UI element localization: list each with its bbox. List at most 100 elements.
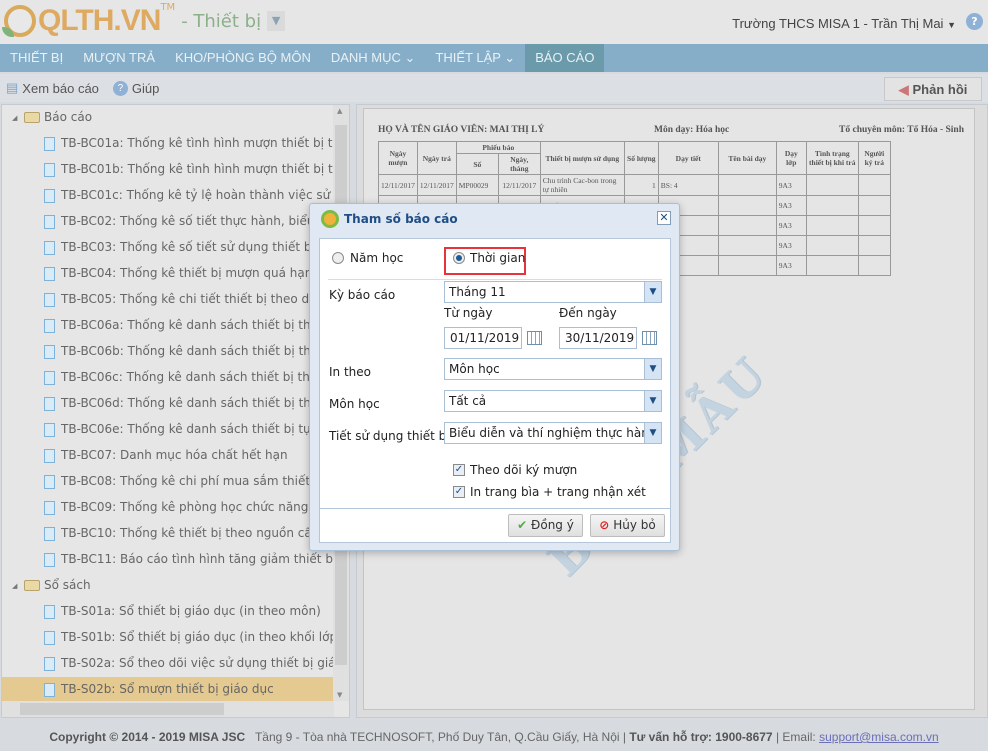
report-icon bbox=[44, 630, 55, 645]
tree-item[interactable]: TB-BC02: Thống kê số tiết thực hành, biể… bbox=[2, 209, 334, 235]
subject-select[interactable]: Tất cả ▼ bbox=[444, 390, 662, 412]
report-params-dialog: Tham số báo cáo ✕ Năm học Thời gian Kỳ b… bbox=[309, 203, 680, 551]
main-nav: THIẾT BỊ MƯỢN TRẢ KHO/PHÒNG BỘ MÔN DANH … bbox=[0, 44, 988, 72]
tree-item-label: TB-S02b: Sổ mượn thiết bị giáo dục bbox=[61, 682, 274, 696]
horizontal-scrollbar[interactable] bbox=[2, 701, 334, 717]
help-button[interactable]: Giúp bbox=[132, 81, 159, 96]
table-cell bbox=[857, 255, 891, 276]
tree-item[interactable]: TB-BC05: Thống kê chi tiết thiết bị theo… bbox=[2, 287, 334, 313]
table-cell bbox=[717, 215, 777, 236]
tree-item[interactable]: TB-BC01c: Thống kê tỷ lệ hoàn thành việc… bbox=[2, 183, 334, 209]
table-cell: 9A3 bbox=[775, 235, 807, 256]
table-cell: 9A3 bbox=[775, 195, 807, 216]
usage-select[interactable]: Biểu diễn và thí nghiệm thực hành ▼ bbox=[444, 422, 662, 444]
ok-button[interactable]: ✔ Đồng ý bbox=[508, 514, 583, 537]
tree-item[interactable]: TB-BC11: Báo cáo tình hình tăng giảm thi… bbox=[2, 547, 334, 573]
usage-label: Tiết sử dụng thiết bị bbox=[329, 429, 450, 443]
view-report-icon: ▤ bbox=[6, 80, 19, 95]
nav-muon-tra[interactable]: MƯỢN TRẢ bbox=[73, 44, 165, 72]
trademark: TM bbox=[160, 2, 176, 13]
tree-item[interactable]: TB-BC03: Thống kê số tiết sử dụng thiết … bbox=[2, 235, 334, 261]
check-icon: ✔ bbox=[517, 518, 528, 532]
footer: Copyright © 2014 - 2019 MISA JSC Tầng 9 … bbox=[0, 730, 988, 744]
tree-folder[interactable]: ◢ Sổ sách bbox=[12, 573, 344, 599]
expand-icon[interactable]: ◢ bbox=[12, 574, 24, 598]
help-icon: ? bbox=[112, 80, 128, 96]
tree-folder[interactable]: ◢ Báo cáo bbox=[12, 105, 344, 131]
tree-item[interactable]: TB-BC01a: Thống kê tình hình mượn thiết … bbox=[2, 131, 334, 157]
tree-item[interactable]: TB-BC08: Thống kê chi phí mua sắm thiết … bbox=[2, 469, 334, 495]
report-dept: Tổ chuyên môn: Tổ Hóa - Sinh bbox=[839, 125, 964, 135]
table-cell bbox=[805, 235, 859, 256]
report-icon bbox=[44, 162, 55, 177]
track-borrow-label: Theo dõi ký mượn bbox=[470, 463, 578, 477]
table-cell: 12/11/2017 bbox=[378, 174, 418, 196]
tree-item[interactable]: TB-BC06c: Thống kê danh sách thiết bị th… bbox=[2, 365, 334, 391]
report-icon bbox=[44, 292, 55, 307]
tree-item[interactable]: TB-BC06b: Thống kê danh sách thiết bị th… bbox=[2, 339, 334, 365]
tree-item-label: TB-BC01a: Thống kê tình hình mượn thiết … bbox=[61, 136, 334, 150]
tree-item[interactable]: TB-BC06a: Thống kê danh sách thiết bị th… bbox=[2, 313, 334, 339]
tree-item[interactable]: TB-BC09: Thống kê phòng học chức năng và… bbox=[2, 495, 334, 521]
module-name: - Thiết bị bbox=[181, 10, 262, 32]
table-cell bbox=[805, 255, 859, 276]
print-cover-checkbox[interactable]: ✓ bbox=[453, 486, 465, 498]
module-dropdown-icon[interactable]: ▼ bbox=[267, 11, 286, 31]
track-borrow-checkbox[interactable]: ✓ bbox=[453, 464, 465, 476]
feedback-button[interactable]: ◀ Phản hồi bbox=[884, 77, 982, 101]
cancel-button[interactable]: ⊘ Hủy bỏ bbox=[590, 514, 665, 537]
chevron-down-icon: ▼ bbox=[644, 391, 661, 411]
nav-thiet-lap[interactable]: THIẾT LẬP ⌄ bbox=[425, 44, 525, 72]
support-email-link[interactable]: support@misa.com.vn bbox=[819, 730, 939, 744]
view-report-button[interactable]: Xem báo cáo bbox=[22, 81, 99, 96]
tree-item-label: TB-BC03: Thống kê số tiết sử dụng thiết … bbox=[61, 240, 315, 254]
print-by-select[interactable]: Môn học ▼ bbox=[444, 358, 662, 380]
tree-item[interactable]: TB-S01a: Sổ thiết bị giáo dục (in theo m… bbox=[2, 599, 334, 625]
help-icon[interactable]: ? bbox=[966, 13, 983, 30]
table-row: 12/11/2017 12/11/2017 MP00029 12/11/2017 Chu… bbox=[378, 174, 891, 196]
tree-item[interactable]: TB-S02b: Sổ mượn thiết bị giáo dục bbox=[2, 677, 334, 703]
folder-icon bbox=[24, 112, 40, 123]
logo[interactable]: QLTH.VN TM - Thiết bị ▼ bbox=[2, 2, 286, 38]
period-select[interactable]: Tháng 11 ▼ bbox=[444, 281, 662, 303]
tree-item-label: TB-BC04: Thống kê thiết bị mượn quá hạn … bbox=[61, 266, 334, 280]
radio-time[interactable] bbox=[453, 252, 465, 264]
to-date-input[interactable]: 30/11/2019 bbox=[559, 327, 637, 349]
table-cell bbox=[717, 174, 777, 196]
report-icon bbox=[44, 188, 55, 203]
tree-item-label: TB-BC10: Thống kê thiết bị theo nguồn cấ… bbox=[61, 526, 320, 540]
table-cell bbox=[717, 255, 777, 276]
tree-item[interactable]: TB-S02a: Sổ theo dõi việc sử dụng thiết … bbox=[2, 651, 334, 677]
nav-bao-cao[interactable]: BÁO CÁO bbox=[525, 44, 605, 72]
folder-icon bbox=[24, 580, 40, 591]
table-cell bbox=[805, 195, 859, 216]
tree-item[interactable]: TB-BC04: Thống kê thiết bị mượn quá hạn … bbox=[2, 261, 334, 287]
tree-item[interactable]: TB-BC06d: Thống kê danh sách thiết bị th… bbox=[2, 391, 334, 417]
table-cell bbox=[805, 174, 859, 196]
report-icon bbox=[44, 526, 55, 541]
tree-item-label: TB-BC02: Thống kê số tiết thực hành, biể… bbox=[61, 214, 334, 228]
tree-item[interactable]: TB-S01b: Sổ thiết bị giáo dục (in theo k… bbox=[2, 625, 334, 651]
close-icon[interactable]: ✕ bbox=[657, 211, 671, 225]
tree-item[interactable]: TB-BC01b: Thống kê tình hình mượn thiết … bbox=[2, 157, 334, 183]
table-cell bbox=[857, 235, 891, 256]
calendar-icon[interactable] bbox=[527, 331, 542, 345]
nav-thiet-bi[interactable]: THIẾT BỊ bbox=[0, 44, 73, 72]
nav-danh-muc[interactable]: DANH MỤC ⌄ bbox=[321, 44, 426, 72]
radio-school-year[interactable] bbox=[332, 252, 344, 264]
caret-down-icon: ▼ bbox=[947, 20, 956, 30]
user-menu[interactable]: Trường THCS MISA 1 - Trần Thị Mai ▼ bbox=[732, 16, 956, 31]
from-date-input[interactable]: 01/11/2019 bbox=[444, 327, 522, 349]
tree-item[interactable]: TB-BC07: Danh mục hóa chất hết hạn bbox=[2, 443, 334, 469]
report-icon bbox=[44, 370, 55, 385]
tree-item[interactable]: TB-BC10: Thống kê thiết bị theo nguồn cấ… bbox=[2, 521, 334, 547]
tree-item[interactable]: TB-BC06e: Thống kê danh sách thiết bị tự… bbox=[2, 417, 334, 443]
nav-kho-phong[interactable]: KHO/PHÒNG BỘ MÔN bbox=[165, 44, 321, 72]
report-icon bbox=[44, 448, 55, 463]
report-icon bbox=[44, 682, 55, 697]
calendar-icon[interactable] bbox=[642, 331, 657, 345]
expand-icon[interactable]: ◢ bbox=[12, 106, 24, 130]
app-icon bbox=[321, 210, 339, 228]
tree-item-label: TB-BC06b: Thống kê danh sách thiết bị th… bbox=[61, 344, 334, 358]
table-cell: 12/11/2017 bbox=[416, 174, 457, 196]
